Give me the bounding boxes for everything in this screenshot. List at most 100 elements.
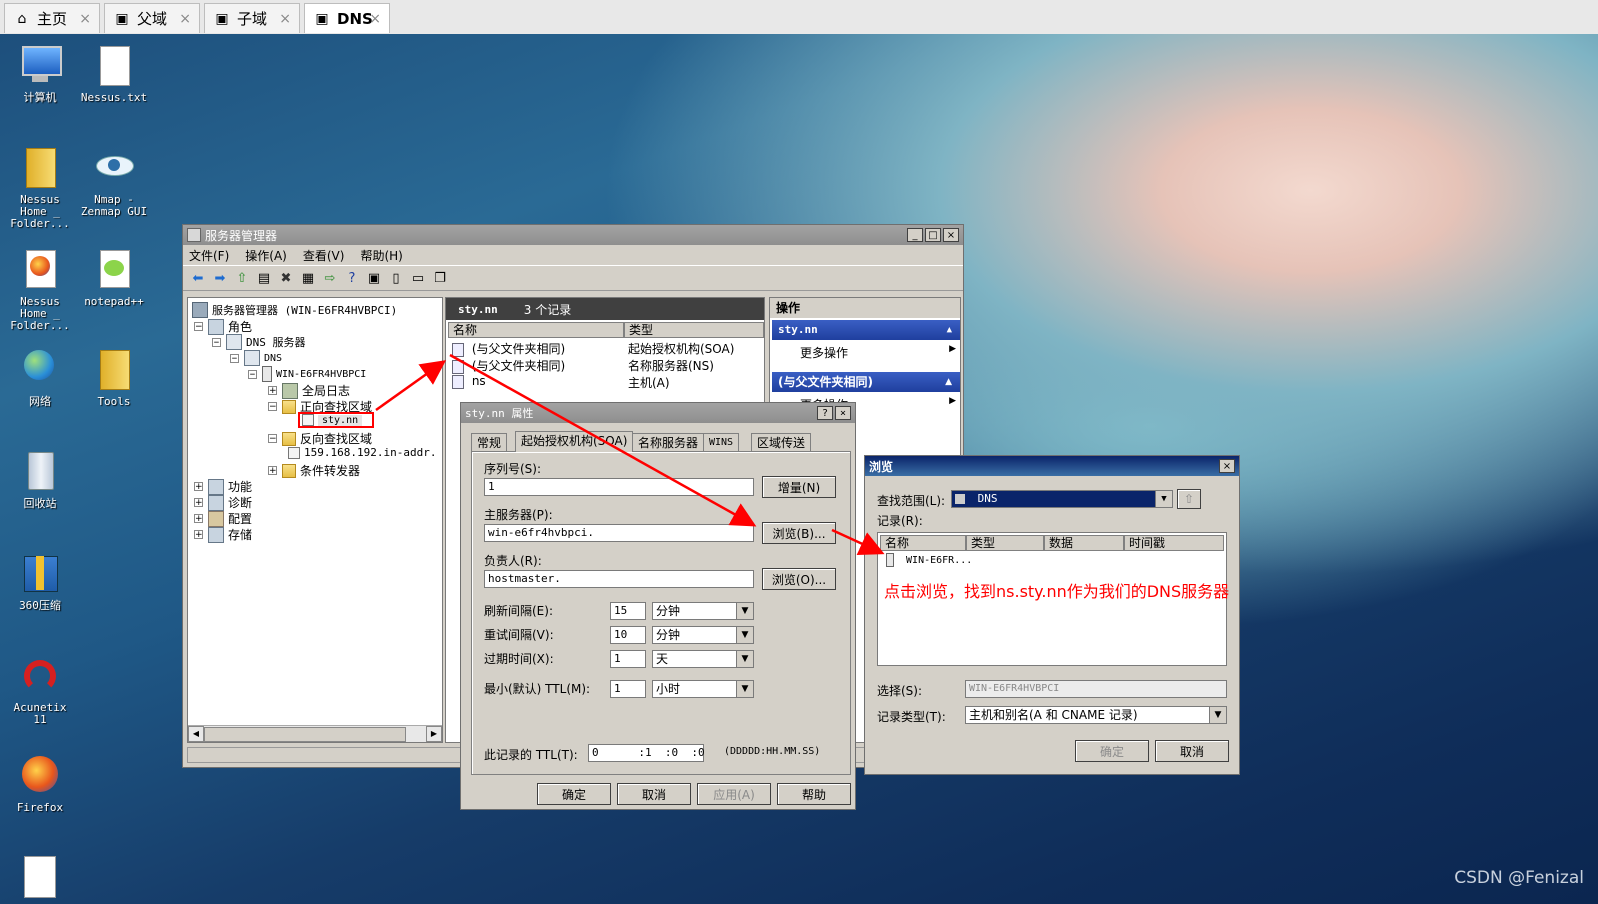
close-button[interactable]: × [1219,459,1235,473]
cancel-button[interactable]: 取消 [1155,740,1229,762]
tree-config[interactable]: + 配置 [194,510,252,527]
browse-responsible-button[interactable]: 浏览(O)... [762,568,836,590]
tab-parent-domain[interactable]: ▣ 父域 × [104,3,200,33]
menu-help[interactable]: 帮助(H) [360,247,402,264]
record-type-select[interactable]: 主机和别名(A 和 CNAME 记录) ▼ [965,706,1227,724]
min-ttl-unit-select[interactable]: 小时 ▼ [652,680,754,698]
ok-button[interactable]: 确定 [1075,740,1149,762]
back-icon[interactable]: ⬅ [189,269,207,287]
server-icon[interactable]: ▯ [387,269,405,287]
collapse-icon[interactable]: − [230,353,239,363]
collapse-icon[interactable]: − [268,402,277,412]
ok-button[interactable]: 确定 [537,783,611,805]
scroll-thumb[interactable] [204,727,406,742]
column-name[interactable]: 名称 [448,322,624,338]
expand-icon[interactable]: + [194,482,203,492]
dropdown-arrow-icon[interactable]: ▼ [1209,707,1226,723]
tab-general[interactable]: 常规 [471,433,508,451]
maximize-button[interactable]: □ [925,228,941,242]
serial-field[interactable]: 1 [484,478,754,496]
desktop-icon-nessus-folder[interactable]: Nessus Home _ Folder... [4,146,76,230]
desktop-icon-nessus-txt[interactable]: Nessus.txt [78,44,150,104]
tree-server[interactable]: − WIN-E6FR4HVBPCI [248,366,366,382]
close-icon[interactable]: × [279,11,291,27]
actions-section-record[interactable]: (与父文件夹相同) ▲ [772,372,960,392]
document-icon[interactable]: ▭ [409,269,427,287]
tree-reverse-entry[interactable]: 159.168.192.in-addr. [288,446,436,459]
apply-button[interactable]: 应用(A) [697,783,771,805]
tree-zone-sty-nn[interactable]: sty.nn [298,412,375,428]
tab-zone-transfers[interactable]: 区域传送 [751,433,812,451]
increment-button[interactable]: 增量(N) [762,476,836,498]
close-button[interactable]: × [835,406,851,420]
column-data[interactable]: 数据 [1044,535,1124,551]
record-row[interactable]: (与父文件夹相同) [452,357,565,374]
collapse-icon[interactable]: − [248,369,257,379]
column-timestamp[interactable]: 时间戳 [1124,535,1224,551]
responsible-field[interactable]: hostmaster. [484,570,754,588]
column-type[interactable]: 类型 [624,322,764,338]
tree-forwarders[interactable]: + 条件转发器 [268,462,360,479]
desktop-icon-360zip[interactable]: 360压缩 [4,552,76,612]
tree-root[interactable]: 服务器管理器 (WIN-E6FR4HVBPCI) [192,302,397,318]
retry-field[interactable]: 10 [610,626,646,644]
close-icon[interactable]: × [369,11,381,27]
expand-icon[interactable]: + [268,466,277,476]
collapse-icon[interactable]: − [212,337,221,347]
up-level-button[interactable]: ⇧ [1177,489,1201,509]
tree-storage[interactable]: + 存储 [194,526,252,543]
expand-icon[interactable]: + [194,498,203,508]
expand-icon[interactable]: + [268,386,277,396]
desktop-icon-recycle-bin[interactable]: 回收站 [4,450,76,510]
dropdown-arrow-icon[interactable]: ▼ [736,603,753,619]
help-button[interactable]: ? [817,406,833,420]
expire-field[interactable]: 1 [610,650,646,668]
dropdown-arrow-icon[interactable]: ▼ [1155,491,1172,507]
dropdown-arrow-icon[interactable]: ▼ [736,627,753,643]
actions-more-1[interactable]: 更多操作 ▶ [800,344,956,361]
horizontal-scrollbar[interactable]: ◀ ▶ [188,725,442,742]
tree-dns-service[interactable]: − DNS 服务器 [212,334,306,350]
column-name[interactable]: 名称 [880,535,966,551]
tree-roles[interactable]: − 角色 [194,318,252,335]
help-icon[interactable]: ? [343,269,361,287]
menu-file[interactable]: 文件(F) [189,247,229,264]
desktop-icon-notepadpp[interactable]: notepad++ [78,248,150,308]
desktop-icon-nessus-folder-2[interactable]: Nessus Home _ Folder... [4,248,76,332]
collapse-up-icon[interactable]: ▲ [947,320,952,340]
cancel-button[interactable]: 取消 [617,783,691,805]
desktop-icon-network[interactable]: 网络 [4,348,76,408]
up-folder-icon[interactable]: ⇧ [233,269,251,287]
scroll-left-icon[interactable]: ◀ [188,726,204,742]
tab-home[interactable]: ⌂ 主页 × [4,3,100,33]
tab-child-domain[interactable]: ▣ 子域 × [204,3,300,33]
dropdown-arrow-icon[interactable]: ▼ [736,681,753,697]
collapse-icon[interactable]: − [194,322,203,332]
actions-section-zone[interactable]: sty.nn ▲ [772,320,960,340]
desktop-icon-computer[interactable]: 计算机 [4,44,76,104]
desktop-icon-acunetix[interactable]: Acunetix 11 [4,654,76,726]
minimize-button[interactable]: _ [907,228,923,242]
tab-dns[interactable]: ▣ DNS × [304,3,390,33]
tree-global-log[interactable]: + 全局日志 [268,382,350,399]
export-icon[interactable]: ⇨ [321,269,339,287]
scope-select[interactable]: DNS ▼ [951,490,1173,508]
desktop-icon-tools[interactable]: Tools [78,348,150,408]
expire-unit-select[interactable]: 天 ▼ [652,650,754,668]
tab-name-servers[interactable]: 名称服务器 [632,433,705,451]
menu-action[interactable]: 操作(A) [245,247,287,264]
list-item[interactable]: WIN-E6FR... [886,553,972,567]
min-ttl-field[interactable]: 1 [610,680,646,698]
tab-wins[interactable]: WINS [703,433,740,451]
tree-dns[interactable]: − DNS [230,350,282,366]
desktop-icon-zenmap[interactable]: Nmap - Zenmap GUI [78,146,150,218]
menu-view[interactable]: 查看(V) [303,247,345,264]
forward-icon[interactable]: ➡ [211,269,229,287]
desktop-icon-firefox[interactable]: Firefox [4,754,76,814]
refresh-unit-select[interactable]: 分钟 ▼ [652,602,754,620]
show-hide-tree-icon[interactable]: ▤ [255,269,273,287]
delete-icon[interactable]: ✖ [277,269,295,287]
record-row[interactable]: ns [452,374,486,389]
ttl-field[interactable]: 0 :1 :0 :0 [588,744,705,762]
retry-unit-select[interactable]: 分钟 ▼ [652,626,754,644]
